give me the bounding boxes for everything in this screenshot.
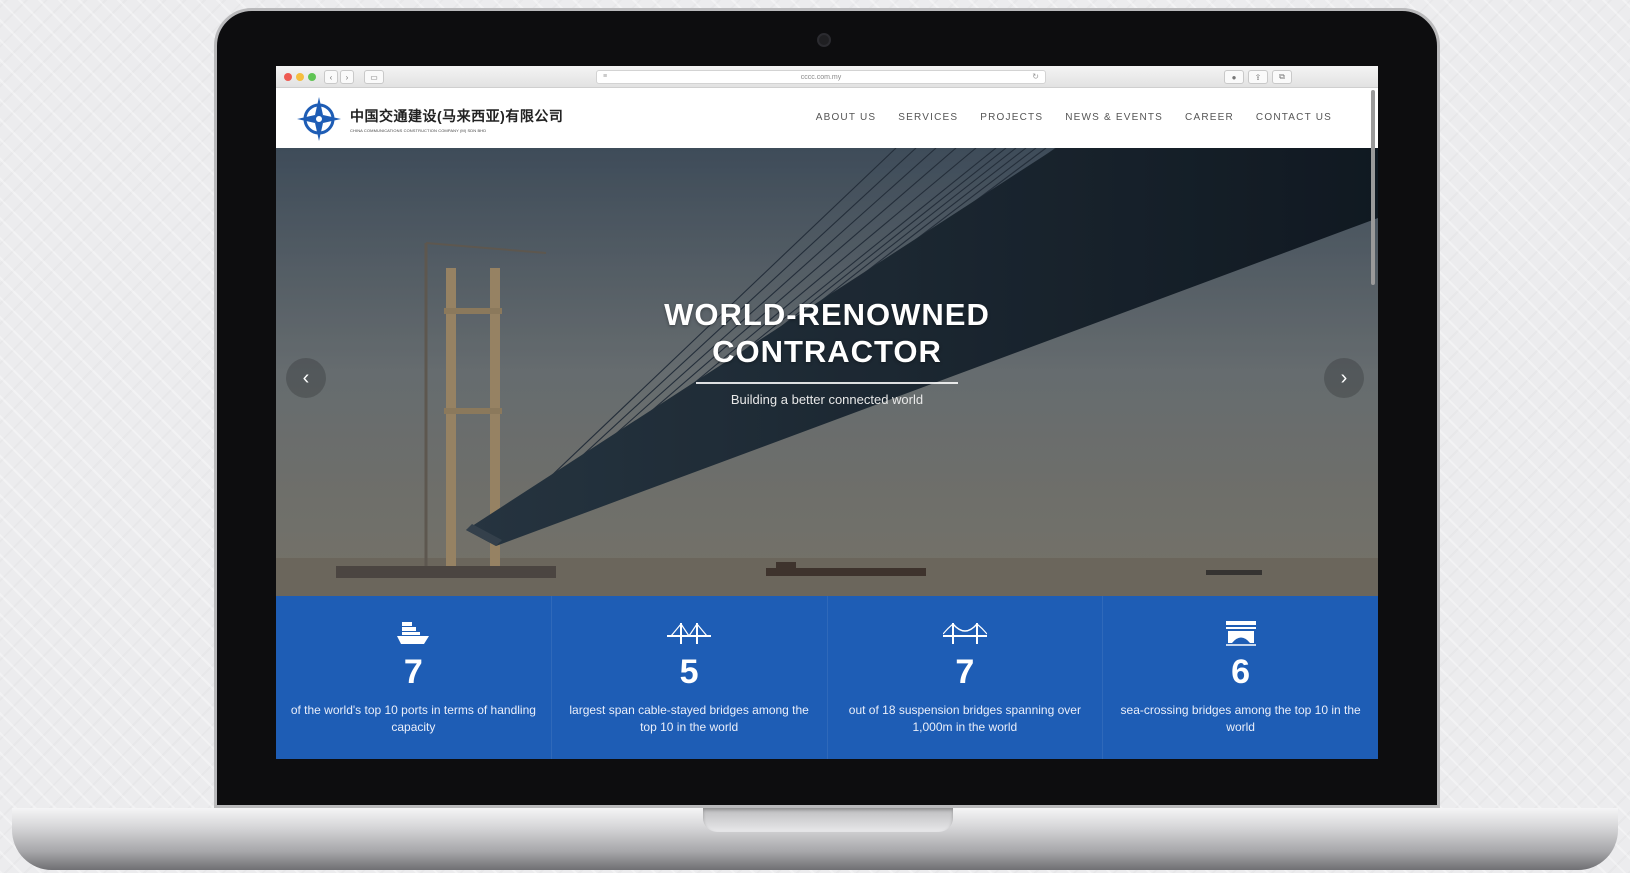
extension-button[interactable]: ● — [1224, 70, 1244, 84]
stat-number: 6 — [1231, 653, 1251, 691]
tabs-button[interactable]: ⧉ — [1272, 70, 1292, 84]
chevron-right-icon: › — [1340, 366, 1348, 389]
company-logo[interactable]: 中国交通建设(马来西亚)有限公司 CHINA COMMUNICATIONS CO… — [296, 96, 563, 142]
sea-bridge-icon — [1103, 618, 1378, 648]
back-button[interactable]: ‹ — [324, 70, 338, 84]
ship-icon — [276, 618, 551, 648]
screen-bezel-bottom — [276, 759, 1378, 769]
nav-contact-us[interactable]: CONTACT US — [1256, 112, 1332, 123]
reload-icon[interactable]: ↻ — [1032, 72, 1039, 81]
suspension-bridge-icon — [828, 618, 1103, 648]
logo-english-name: CHINA COMMUNICATIONS CONSTRUCTION COMPAN… — [350, 127, 487, 133]
stat-number: 7 — [403, 653, 423, 691]
stat-item-sea-crossing: 6 sea-crossing bridges among the top 10 … — [1103, 596, 1378, 759]
camera-icon — [817, 33, 831, 47]
stat-item-ports: 7 of the world's top 10 ports in terms o… — [276, 596, 552, 759]
address-bar[interactable]: ≡ cccc.com.my ↻ — [596, 70, 1046, 84]
main-menu: ABOUT US SERVICES PROJECTS NEWS & EVENTS… — [816, 112, 1332, 123]
nav-about-us[interactable]: ABOUT US — [816, 112, 877, 123]
nav-services[interactable]: SERVICES — [898, 112, 958, 123]
stat-number: 5 — [679, 653, 699, 691]
nav-projects[interactable]: PROJECTS — [980, 112, 1043, 123]
laptop-lid-notch — [703, 808, 953, 832]
stat-description: largest span cable-stayed bridges among … — [569, 703, 809, 734]
hero-overlay — [276, 148, 1378, 596]
forward-button[interactable]: › — [340, 70, 354, 84]
hero-title: WORLD-RENOWNED CONTRACTOR — [577, 296, 1077, 370]
compass-logo-icon — [297, 97, 341, 141]
stat-number: 7 — [955, 653, 975, 691]
hero-slider: ‹ › WORLD-RENOWNED CONTRACTOR Building a… — [276, 148, 1378, 596]
stat-item-suspension: 7 out of 18 suspension bridges spanning … — [828, 596, 1104, 759]
hero-title-line1: WORLD-RENOWNED — [664, 297, 990, 332]
stats-band: 7 of the world's top 10 ports in terms o… — [276, 596, 1378, 759]
nav-news-events[interactable]: NEWS & EVENTS — [1065, 112, 1163, 123]
nav-career[interactable]: CAREER — [1185, 112, 1234, 123]
page-scrollbar[interactable] — [1371, 90, 1375, 285]
logo-chinese-name: 中国交通建设(马来西亚)有限公司 — [350, 107, 564, 124]
stat-description: out of 18 suspension bridges spanning ov… — [848, 703, 1081, 734]
stat-description: of the world's top 10 ports in terms of … — [290, 703, 536, 734]
stat-item-cable-stayed: 5 largest span cable-stayed bridges amon… — [552, 596, 828, 759]
cable-bridge-icon — [552, 618, 827, 648]
slider-next-button[interactable]: › — [1324, 358, 1364, 398]
site-header: 中国交通建设(马来西亚)有限公司 CHINA COMMUNICATIONS CO… — [276, 88, 1378, 148]
reader-icon[interactable]: ≡ — [603, 73, 607, 80]
laptop-screen: ‹ › ▭ ≡ cccc.com.my ↻ ● ⇪ ⧉ 中国交通建设(马来西亚)… — [276, 66, 1378, 769]
close-window-button[interactable] — [284, 73, 292, 81]
maximize-window-button[interactable] — [308, 73, 316, 81]
slider-prev-button[interactable]: ‹ — [286, 358, 326, 398]
chevron-left-icon: ‹ — [302, 366, 310, 389]
hero-subtitle: Building a better connected world — [730, 392, 924, 407]
hero-title-line2: CONTRACTOR — [712, 334, 942, 369]
minimize-window-button[interactable] — [296, 73, 304, 81]
share-button[interactable]: ⇪ — [1248, 70, 1268, 84]
url-text: cccc.com.my — [800, 73, 842, 81]
hero-divider — [696, 382, 958, 384]
sidebar-toggle-button[interactable]: ▭ — [364, 70, 384, 84]
browser-toolbar: ‹ › ▭ ≡ cccc.com.my ↻ ● ⇪ ⧉ — [276, 66, 1378, 88]
stat-description: sea-crossing bridges among the top 10 in… — [1120, 703, 1361, 734]
